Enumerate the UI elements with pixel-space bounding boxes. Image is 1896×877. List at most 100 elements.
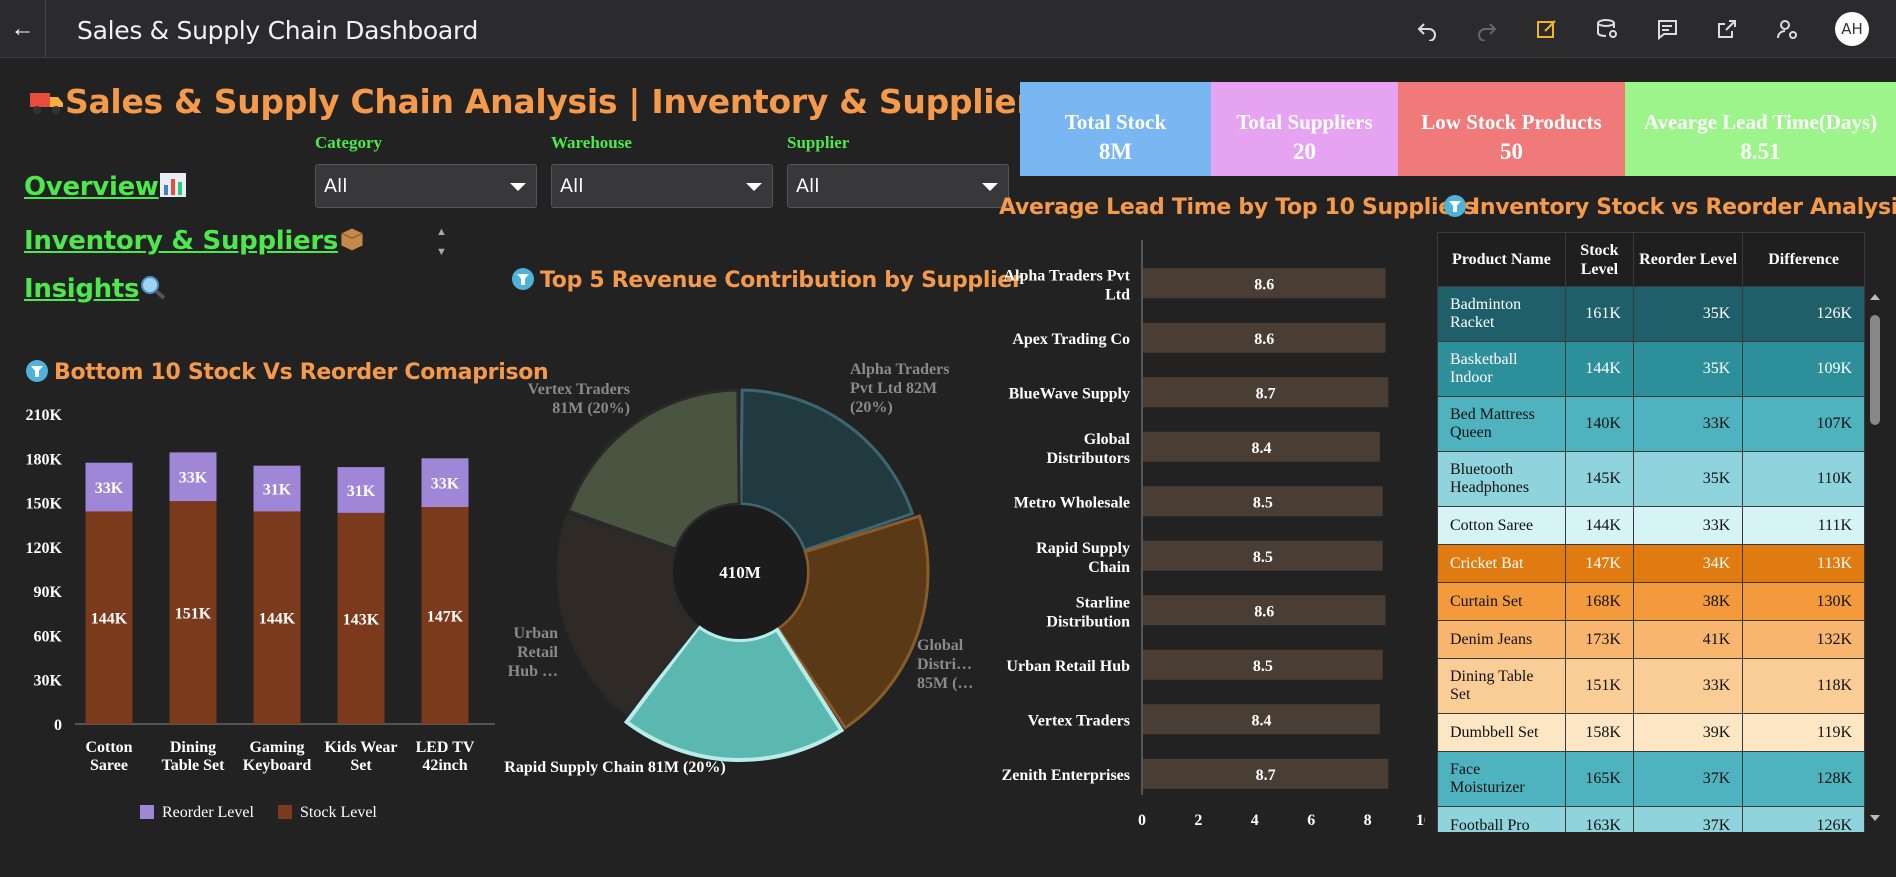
table-cell: Football Pro	[1437, 806, 1566, 832]
stock-reorder-chart-title: Bottom 10 Stock Vs Reorder Comaprison	[26, 360, 549, 385]
table-cell: 35K	[1632, 451, 1744, 507]
warehouse-filter-select[interactable]: All	[551, 164, 773, 208]
slice-label: Retail	[517, 644, 558, 661]
comment-icon[interactable]	[1652, 14, 1682, 44]
share-icon[interactable]	[1712, 14, 1742, 44]
slice-label: Urban	[514, 625, 559, 642]
y-tick-label: Starline	[1076, 594, 1130, 611]
table-row[interactable]: Dining Table Set 151K 33K 118K	[1437, 658, 1865, 714]
bar-data-label: 8.7	[1256, 385, 1276, 402]
table-row[interactable]: Dumbbell Set 158K 39K 119K	[1437, 713, 1865, 752]
table-cell: 35K	[1632, 341, 1744, 397]
y-tick-label: Alpha Traders Pvt	[1003, 267, 1130, 284]
y-tick-label: 210K	[26, 407, 63, 424]
table-row[interactable]: Basketball Indoor 144K 35K 109K	[1437, 341, 1865, 397]
column-header[interactable]: Stock Level	[1564, 232, 1634, 287]
y-tick-label: 120K	[26, 540, 63, 557]
nav-overview-link[interactable]: Overview	[24, 172, 187, 205]
undo-icon[interactable]	[1412, 14, 1442, 44]
chevron-down-icon	[746, 183, 762, 191]
table-cell: 37K	[1632, 751, 1744, 807]
edit-icon[interactable]	[1532, 14, 1562, 44]
y-tick-label: BlueWave Supply	[1009, 385, 1130, 402]
y-tick-label: Ltd	[1105, 286, 1130, 303]
table-cell: Cricket Bat	[1437, 544, 1566, 583]
table-row[interactable]: Football Pro 163K 37K 126K	[1437, 806, 1865, 832]
table-cell: 144K	[1564, 341, 1634, 397]
column-header[interactable]: Reorder Level	[1632, 232, 1744, 287]
x-tick-label: 6	[1307, 812, 1315, 829]
table-cell: 110K	[1742, 451, 1865, 507]
y-tick-label: Zenith Enterprises	[1002, 767, 1130, 784]
slice-label: Distri…	[917, 656, 972, 673]
table-row[interactable]: Bluetooth Headphones 145K 35K 110K	[1437, 451, 1865, 507]
avatar[interactable]: AH	[1835, 12, 1869, 46]
x-tick-label: Keyboard	[243, 757, 312, 774]
table-cell: 35K	[1632, 286, 1744, 342]
column-header[interactable]: Product Name	[1437, 232, 1566, 287]
back-button[interactable]: ←	[0, 0, 46, 58]
inventory-table-title: Inventory Stock vs Reorder Analysis	[1444, 195, 1896, 220]
redo-icon[interactable]	[1472, 14, 1502, 44]
y-tick-label: 60K	[34, 628, 63, 645]
table-cell: Basketball Indoor	[1437, 341, 1566, 397]
bar-data-label: 8.6	[1254, 331, 1274, 348]
chevron-down-icon	[982, 183, 998, 191]
filter-icon[interactable]	[512, 268, 534, 290]
table-cell: 163K	[1564, 806, 1634, 832]
supplier-filter-select[interactable]: All	[787, 164, 1009, 208]
inventory-table: Product Name Stock Level Reorder Level D…	[1437, 232, 1865, 832]
table-row[interactable]: Curtain Set 168K 38K 130K	[1437, 582, 1865, 621]
table-row[interactable]: Cricket Bat 147K 34K 113K	[1437, 544, 1865, 583]
lead-time-chart-title: Average Lead Time by Top 10 Suppliers	[999, 195, 1477, 220]
stock-data-label: 143K	[343, 611, 380, 628]
table-row[interactable]: Badminton Racket 161K 35K 126K	[1437, 286, 1865, 342]
legend-label-reorder: Reorder Level	[162, 804, 255, 821]
kpi-total-suppliers: Total Suppliers 20	[1211, 82, 1398, 176]
table-row[interactable]: Cotton Saree 144K 33K 111K	[1437, 506, 1865, 545]
table-cell: 126K	[1742, 286, 1865, 342]
table-cell: 140K	[1564, 396, 1634, 452]
kpi-total-stock: Total Stock 8M	[1020, 82, 1211, 176]
table-cell: 37K	[1632, 806, 1744, 832]
reorder-data-label: 33K	[431, 476, 460, 493]
table-cell: 33K	[1632, 506, 1744, 545]
nav-insights-link[interactable]: Insights	[24, 274, 167, 307]
table-cell: 145K	[1564, 451, 1634, 507]
x-tick-label: Cotton	[85, 739, 132, 756]
arrow-left-icon: ←	[10, 15, 35, 42]
table-cell: Dining Table Set	[1437, 658, 1566, 714]
table-scrollbar[interactable]	[1866, 290, 1884, 830]
filter-icon[interactable]	[26, 360, 48, 382]
table-cell: 147K	[1564, 544, 1634, 583]
nav-scroll-arrows[interactable]: ▲ ▼	[436, 222, 447, 262]
slice-label: Alpha Traders	[850, 361, 949, 378]
table-row[interactable]: Face Moisturizer 165K 37K 128K	[1437, 751, 1865, 807]
bar-data-label: 8.4	[1251, 712, 1271, 729]
table-cell: Denim Jeans	[1437, 620, 1566, 659]
x-tick-label: Dining	[170, 739, 216, 756]
table-cell: 111K	[1742, 506, 1865, 545]
table-cell: Bluetooth Headphones	[1437, 451, 1566, 507]
kpi-average-lead-time: Avearge Lead Time(Days) 8.51	[1625, 82, 1896, 176]
table-cell: 34K	[1632, 544, 1744, 583]
filter-icon[interactable]	[1444, 195, 1466, 217]
lead-time-bar-chart: 8.6 Alpha Traders Pvt Ltd 8.6 Apex Trading C…	[1002, 240, 1425, 829]
x-tick-label: Kids Wear	[324, 739, 397, 756]
category-filter-select[interactable]: All	[315, 164, 537, 208]
user-settings-icon[interactable]	[1772, 14, 1802, 44]
reorder-data-label: 33K	[95, 480, 124, 497]
legend-label-stock: Stock Level	[300, 804, 377, 821]
nav-inventory-link[interactable]: Inventory & Suppliers	[24, 226, 366, 259]
y-tick-label: 0	[54, 717, 62, 734]
x-tick-label: Set	[350, 757, 372, 774]
table-row[interactable]: Bed Mattress Queen 140K 33K 107K	[1437, 396, 1865, 452]
data-icon[interactable]	[1592, 14, 1622, 44]
x-tick-label: Table Set	[162, 757, 226, 774]
table-cell: 144K	[1564, 506, 1634, 545]
column-header[interactable]: Difference	[1742, 232, 1865, 287]
table-row[interactable]: Denim Jeans 173K 41K 132K	[1437, 620, 1865, 659]
bar-data-label: 8.5	[1253, 494, 1273, 511]
table-cell: 33K	[1632, 396, 1744, 452]
reorder-data-label: 31K	[347, 483, 376, 500]
